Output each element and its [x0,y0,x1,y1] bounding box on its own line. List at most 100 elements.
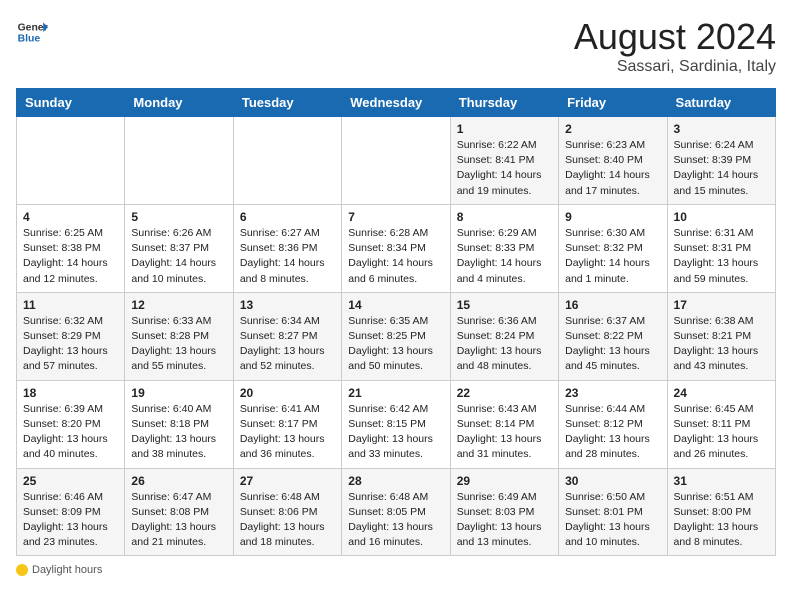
day-number: 3 [674,122,769,136]
page-header: General Blue August 2024 Sassari, Sardin… [16,16,776,76]
calendar-cell [342,117,450,205]
col-header-saturday: Saturday [667,89,775,117]
day-info: Sunrise: 6:41 AM Sunset: 8:17 PM Dayligh… [240,402,335,463]
day-number: 19 [131,386,226,400]
daylight-label: Daylight hours [32,564,102,576]
day-info: Sunrise: 6:26 AM Sunset: 8:37 PM Dayligh… [131,226,226,287]
sun-icon [16,564,28,576]
day-info: Sunrise: 6:46 AM Sunset: 8:09 PM Dayligh… [23,490,118,551]
day-number: 7 [348,210,443,224]
day-number: 11 [23,298,118,312]
calendar-footer: Daylight hours [16,564,776,579]
col-header-friday: Friday [559,89,667,117]
day-number: 21 [348,386,443,400]
logo: General Blue [16,16,48,48]
calendar-week-row: 11 Sunrise: 6:32 AM Sunset: 8:29 PM Dayli… [17,292,776,380]
col-header-sunday: Sunday [17,89,125,117]
day-info: Sunrise: 6:29 AM Sunset: 8:33 PM Dayligh… [457,226,552,287]
calendar-week-row: 4Sunrise: 6:25 AM Sunset: 8:38 PM Daylig… [17,204,776,292]
day-info: Sunrise: 6:33 AM Sunset: 8:28 PM Dayligh… [131,314,226,375]
day-info: Sunrise: 6:44 AM Sunset: 8:12 PM Dayligh… [565,402,660,463]
month-year-title: August 2024 [574,16,776,58]
calendar-cell: 30 Sunrise: 6:50 AM Sunset: 8:01 PM Dayli… [559,468,667,556]
day-info: Sunrise: 6:24 AM Sunset: 8:39 PM Dayligh… [674,138,769,199]
calendar-cell: 16 Sunrise: 6:37 AM Sunset: 8:22 PM Dayli… [559,292,667,380]
day-number: 4 [23,210,118,224]
calendar-cell: 27 Sunrise: 6:48 AM Sunset: 8:06 PM Dayli… [233,468,341,556]
calendar-cell [233,117,341,205]
day-info: Sunrise: 6:34 AM Sunset: 8:27 PM Dayligh… [240,314,335,375]
calendar-cell: 11 Sunrise: 6:32 AM Sunset: 8:29 PM Dayli… [17,292,125,380]
day-info: Sunrise: 6:43 AM Sunset: 8:14 PM Dayligh… [457,402,552,463]
day-info: Sunrise: 6:45 AM Sunset: 8:11 PM Dayligh… [674,402,769,463]
day-info: Sunrise: 6:50 AM Sunset: 8:01 PM Dayligh… [565,490,660,551]
day-number: 24 [674,386,769,400]
calendar-cell: 22Sunrise: 6:43 AM Sunset: 8:14 PM Dayli… [450,380,558,468]
day-info: Sunrise: 6:23 AM Sunset: 8:40 PM Dayligh… [565,138,660,199]
day-number: 14 [348,298,443,312]
day-info: Sunrise: 6:32 AM Sunset: 8:29 PM Dayligh… [23,314,118,375]
calendar-cell: 6 Sunrise: 6:27 AM Sunset: 8:36 PM Daylig… [233,204,341,292]
day-info: Sunrise: 6:48 AM Sunset: 8:05 PM Dayligh… [348,490,443,551]
day-number: 27 [240,474,335,488]
day-number: 2 [565,122,660,136]
calendar-cell: 21 Sunrise: 6:42 AM Sunset: 8:15 PM Dayli… [342,380,450,468]
day-info: Sunrise: 6:35 AM Sunset: 8:25 PM Dayligh… [348,314,443,375]
calendar-week-row: 25Sunrise: 6:46 AM Sunset: 8:09 PM Dayli… [17,468,776,556]
calendar-cell: 25Sunrise: 6:46 AM Sunset: 8:09 PM Dayli… [17,468,125,556]
calendar-cell [125,117,233,205]
day-number: 18 [23,386,118,400]
col-header-wednesday: Wednesday [342,89,450,117]
calendar-week-row: 18 Sunrise: 6:39 AM Sunset: 8:20 PM Dayli… [17,380,776,468]
day-info: Sunrise: 6:27 AM Sunset: 8:36 PM Dayligh… [240,226,335,287]
calendar-table: SundayMondayTuesdayWednesdayThursdayFrid… [16,88,776,556]
day-info: Sunrise: 6:40 AM Sunset: 8:18 PM Dayligh… [131,402,226,463]
calendar-cell: 2 Sunrise: 6:23 AM Sunset: 8:40 PM Daylig… [559,117,667,205]
calendar-cell: 24 Sunrise: 6:45 AM Sunset: 8:11 PM Dayli… [667,380,775,468]
day-info: Sunrise: 6:42 AM Sunset: 8:15 PM Dayligh… [348,402,443,463]
daylight-legend: Daylight hours [16,564,102,576]
svg-text:Blue: Blue [18,34,41,45]
day-info: Sunrise: 6:22 AM Sunset: 8:41 PM Dayligh… [457,138,552,199]
day-info: Sunrise: 6:28 AM Sunset: 8:34 PM Dayligh… [348,226,443,287]
day-info: Sunrise: 6:48 AM Sunset: 8:06 PM Dayligh… [240,490,335,551]
calendar-cell: 17Sunrise: 6:38 AM Sunset: 8:21 PM Dayli… [667,292,775,380]
calendar-cell: 31 Sunrise: 6:51 AM Sunset: 8:00 PM Dayli… [667,468,775,556]
day-info: Sunrise: 6:51 AM Sunset: 8:00 PM Dayligh… [674,490,769,551]
calendar-cell: 1 Sunrise: 6:22 AM Sunset: 8:41 PM Daylig… [450,117,558,205]
day-number: 8 [457,210,552,224]
day-number: 30 [565,474,660,488]
calendar-cell: 15Sunrise: 6:36 AM Sunset: 8:24 PM Dayli… [450,292,558,380]
calendar-cell: 10Sunrise: 6:31 AM Sunset: 8:31 PM Dayli… [667,204,775,292]
calendar-cell: 7 Sunrise: 6:28 AM Sunset: 8:34 PM Daylig… [342,204,450,292]
calendar-cell [17,117,125,205]
calendar-week-row: 1 Sunrise: 6:22 AM Sunset: 8:41 PM Daylig… [17,117,776,205]
day-info: Sunrise: 6:39 AM Sunset: 8:20 PM Dayligh… [23,402,118,463]
day-number: 9 [565,210,660,224]
calendar-cell: 14 Sunrise: 6:35 AM Sunset: 8:25 PM Dayli… [342,292,450,380]
day-info: Sunrise: 6:37 AM Sunset: 8:22 PM Dayligh… [565,314,660,375]
day-info: Sunrise: 6:30 AM Sunset: 8:32 PM Dayligh… [565,226,660,287]
calendar-cell: 26 Sunrise: 6:47 AM Sunset: 8:08 PM Dayli… [125,468,233,556]
calendar-cell: 9 Sunrise: 6:30 AM Sunset: 8:32 PM Daylig… [559,204,667,292]
day-info: Sunrise: 6:47 AM Sunset: 8:08 PM Dayligh… [131,490,226,551]
calendar-header-row: SundayMondayTuesdayWednesdayThursdayFrid… [17,89,776,117]
day-number: 1 [457,122,552,136]
title-block: August 2024 Sassari, Sardinia, Italy [574,16,776,76]
day-number: 31 [674,474,769,488]
day-number: 15 [457,298,552,312]
calendar-cell: 19 Sunrise: 6:40 AM Sunset: 8:18 PM Dayli… [125,380,233,468]
day-number: 17 [674,298,769,312]
logo-icon: General Blue [16,16,48,48]
calendar-cell: 28 Sunrise: 6:48 AM Sunset: 8:05 PM Dayli… [342,468,450,556]
day-number: 6 [240,210,335,224]
calendar-cell: 29Sunrise: 6:49 AM Sunset: 8:03 PM Dayli… [450,468,558,556]
calendar-cell: 20Sunrise: 6:41 AM Sunset: 8:17 PM Dayli… [233,380,341,468]
day-number: 28 [348,474,443,488]
day-number: 29 [457,474,552,488]
day-number: 10 [674,210,769,224]
day-number: 16 [565,298,660,312]
day-number: 13 [240,298,335,312]
day-number: 5 [131,210,226,224]
day-number: 26 [131,474,226,488]
